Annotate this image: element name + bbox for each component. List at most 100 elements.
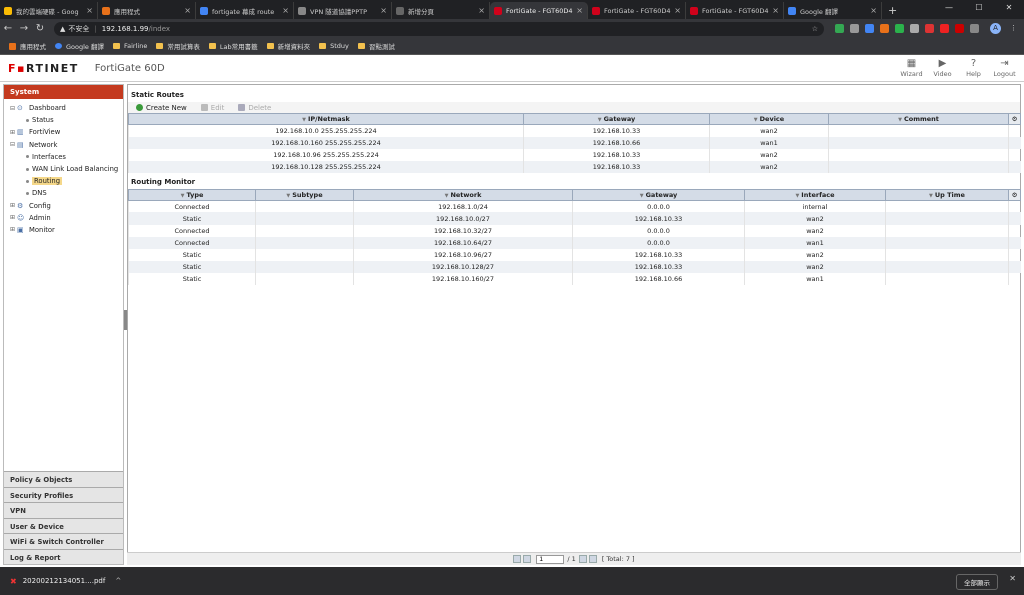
bookmark-item[interactable]: 應用程式 bbox=[9, 41, 46, 51]
expand-toggle-icon[interactable]: ⊞ bbox=[10, 202, 17, 209]
sidebar-section-policy-objects[interactable]: Policy & Objects bbox=[4, 471, 123, 487]
help-button[interactable]: ? Help bbox=[958, 58, 989, 78]
expand-toggle-icon[interactable]: ⊞ bbox=[10, 214, 17, 221]
sidebar-item-monitor[interactable]: ⊞ ▣ Monitor bbox=[4, 224, 123, 236]
column-header[interactable]: ▼ Type bbox=[128, 188, 256, 201]
sidebar-item-admin[interactable]: ⊞ ☺ Admin bbox=[4, 212, 123, 224]
column-header[interactable]: ▼ Up Time bbox=[885, 188, 1009, 201]
extension-pdf-icon[interactable] bbox=[955, 24, 964, 33]
bookmark-item[interactable]: Stduy bbox=[319, 42, 349, 50]
extension-puzzle-icon[interactable] bbox=[970, 24, 979, 33]
tab-close-icon[interactable]: × bbox=[576, 6, 583, 15]
sidebar-item-routing[interactable]: Routing bbox=[4, 175, 123, 187]
expand-toggle-icon[interactable]: ⊟ bbox=[10, 141, 17, 148]
new-tab-button[interactable]: + bbox=[882, 2, 903, 19]
browser-tab[interactable]: FortiGate - FGT60D4 × bbox=[490, 2, 588, 19]
last-page-button[interactable] bbox=[588, 555, 597, 563]
tab-close-icon[interactable]: × bbox=[380, 6, 387, 15]
close-download-bar-icon[interactable]: ✕ bbox=[1009, 574, 1016, 583]
page-input[interactable] bbox=[536, 554, 565, 564]
table-row[interactable]: Static 192.168.10.0/27 192.168.10.33 wan2 bbox=[128, 212, 1021, 225]
table-row[interactable]: Connected 192.168.10.32/27 0.0.0.0 wan2 bbox=[128, 224, 1021, 237]
column-header[interactable]: ▼ Interface bbox=[744, 188, 886, 201]
edit-button[interactable]: Edit bbox=[200, 104, 224, 112]
logout-button[interactable]: ⇥ Logout bbox=[989, 58, 1020, 78]
column-header[interactable]: ▼ Comment bbox=[828, 113, 1009, 125]
sidebar-item-fortiview[interactable]: ⊞ ▥ FortiView bbox=[4, 126, 123, 138]
profile-avatar[interactable]: A bbox=[990, 23, 1001, 34]
expand-toggle-icon[interactable]: ⊞ bbox=[10, 129, 17, 136]
bookmark-item[interactable]: Google 翻譯 bbox=[55, 41, 104, 51]
table-row[interactable]: Static 192.168.10.96/27 192.168.10.33 wan2 bbox=[128, 248, 1021, 261]
star-icon[interactable]: ☆ bbox=[812, 25, 818, 33]
browser-tab[interactable]: FortiGate - FGT60D4 × bbox=[686, 2, 784, 19]
chevron-up-icon[interactable]: ^ bbox=[115, 577, 121, 585]
browser-tab[interactable]: VPN 隧道協議PPTP × bbox=[294, 2, 392, 19]
extension-translate-icon[interactable] bbox=[865, 24, 874, 33]
sidebar-section-system[interactable]: System bbox=[4, 85, 123, 99]
sidebar-item-status[interactable]: Status bbox=[4, 114, 123, 126]
browser-tab[interactable]: 新增分頁 × bbox=[392, 2, 490, 19]
prev-page-button[interactable] bbox=[523, 555, 532, 563]
column-header[interactable]: ▼ Network bbox=[353, 188, 573, 201]
tab-close-icon[interactable]: × bbox=[772, 6, 779, 15]
sidebar-section-user-device[interactable]: User & Device bbox=[4, 517, 123, 533]
tab-close-icon[interactable]: × bbox=[86, 6, 93, 15]
column-settings-icon[interactable]: ⚙ bbox=[1008, 113, 1021, 125]
column-header[interactable]: ▼ IP/Netmask bbox=[128, 113, 524, 125]
bookmark-item[interactable]: Fairline bbox=[113, 42, 147, 50]
back-icon[interactable]: ← bbox=[0, 23, 16, 34]
sidebar-section-security-profiles[interactable]: Security Profiles bbox=[4, 486, 123, 502]
sidebar-section-wifi-switch-controller[interactable]: WiFi & Switch Controller bbox=[4, 533, 123, 549]
sidebar-item-dashboard[interactable]: ⊟ ⊙ Dashboard bbox=[4, 102, 123, 114]
expand-toggle-icon[interactable]: ⊞ bbox=[10, 226, 17, 233]
sidebar-item-dns[interactable]: DNS bbox=[4, 187, 123, 199]
tab-close-icon[interactable]: × bbox=[184, 6, 191, 15]
sidebar-item-interfaces[interactable]: Interfaces bbox=[4, 151, 123, 163]
url-input[interactable]: ▲ 不安全 | 192.168.1.99 /index ☆ bbox=[54, 21, 824, 36]
close-window-button[interactable]: ✕ bbox=[994, 0, 1024, 15]
sidebar-section-vpn[interactable]: VPN bbox=[4, 502, 123, 518]
sidebar-section-log-report[interactable]: Log & Report bbox=[4, 548, 123, 564]
extension-drop-icon[interactable] bbox=[940, 24, 949, 33]
browser-tab[interactable]: FortiGate - FGT60D4 × bbox=[588, 2, 686, 19]
browser-tab[interactable]: 應用程式 × bbox=[98, 2, 196, 19]
browser-tab[interactable]: 我的雲端硬碟 - Goog × bbox=[0, 2, 98, 19]
bookmark-item[interactable]: 新增資料夾 bbox=[266, 41, 310, 51]
tab-close-icon[interactable]: × bbox=[282, 6, 289, 15]
browser-tab[interactable]: Google 翻譯 × bbox=[784, 2, 882, 19]
maximize-button[interactable]: ☐ bbox=[964, 0, 994, 15]
table-row[interactable]: Static 192.168.10.128/27 192.168.10.33 wan2 bbox=[128, 260, 1021, 273]
table-row[interactable]: 192.168.10.128 255.255.255.224 192.168.10… bbox=[128, 160, 1021, 173]
show-all-button[interactable]: 全部顯示 bbox=[956, 574, 998, 590]
first-page-button[interactable] bbox=[513, 555, 522, 563]
bookmark-item[interactable]: 習點測試 bbox=[357, 41, 395, 51]
table-row[interactable]: 192.168.10.96 255.255.255.224 192.168.10.… bbox=[128, 148, 1021, 161]
column-header[interactable]: ▼ Device bbox=[709, 113, 829, 125]
sidebar-item-config[interactable]: ⊞ ⚙ Config bbox=[4, 200, 123, 212]
tab-close-icon[interactable]: × bbox=[478, 6, 485, 15]
create-new-button[interactable]: Create New bbox=[136, 104, 187, 112]
extension-drive-icon[interactable] bbox=[835, 24, 844, 33]
video-button[interactable]: ▶ Video bbox=[927, 58, 958, 78]
column-header[interactable]: ▼ Gateway bbox=[523, 113, 710, 125]
tab-close-icon[interactable]: × bbox=[870, 6, 877, 15]
tab-close-icon[interactable]: × bbox=[674, 6, 681, 15]
minimize-button[interactable]: — bbox=[934, 0, 964, 15]
expand-toggle-icon[interactable]: ⊟ bbox=[10, 105, 17, 112]
extension-grid-icon[interactable] bbox=[910, 24, 919, 33]
next-page-button[interactable] bbox=[578, 555, 587, 563]
table-row[interactable]: Connected 192.168.10.64/27 0.0.0.0 wan1 bbox=[128, 236, 1021, 249]
sidebar-item-network[interactable]: ⊟ ▤ Network bbox=[4, 139, 123, 151]
menu-icon[interactable]: ⋮ bbox=[1010, 24, 1019, 33]
bookmark-item[interactable]: Lab常用書籤 bbox=[208, 41, 258, 51]
column-settings-icon[interactable]: ⚙ bbox=[1008, 188, 1021, 201]
extension-counter-icon[interactable] bbox=[880, 24, 889, 33]
extension-camera-icon[interactable] bbox=[850, 24, 859, 33]
table-row[interactable]: 192.168.10.160 255.255.255.224 192.168.10… bbox=[128, 136, 1021, 149]
reload-icon[interactable]: ↻ bbox=[32, 23, 48, 34]
table-row[interactable]: 192.168.10.0 255.255.255.224 192.168.10.3… bbox=[128, 124, 1021, 137]
extension-link-icon[interactable] bbox=[925, 24, 934, 33]
forward-icon[interactable]: → bbox=[16, 23, 32, 34]
table-row[interactable]: Connected 192.168.1.0/24 0.0.0.0 internal bbox=[128, 200, 1021, 213]
